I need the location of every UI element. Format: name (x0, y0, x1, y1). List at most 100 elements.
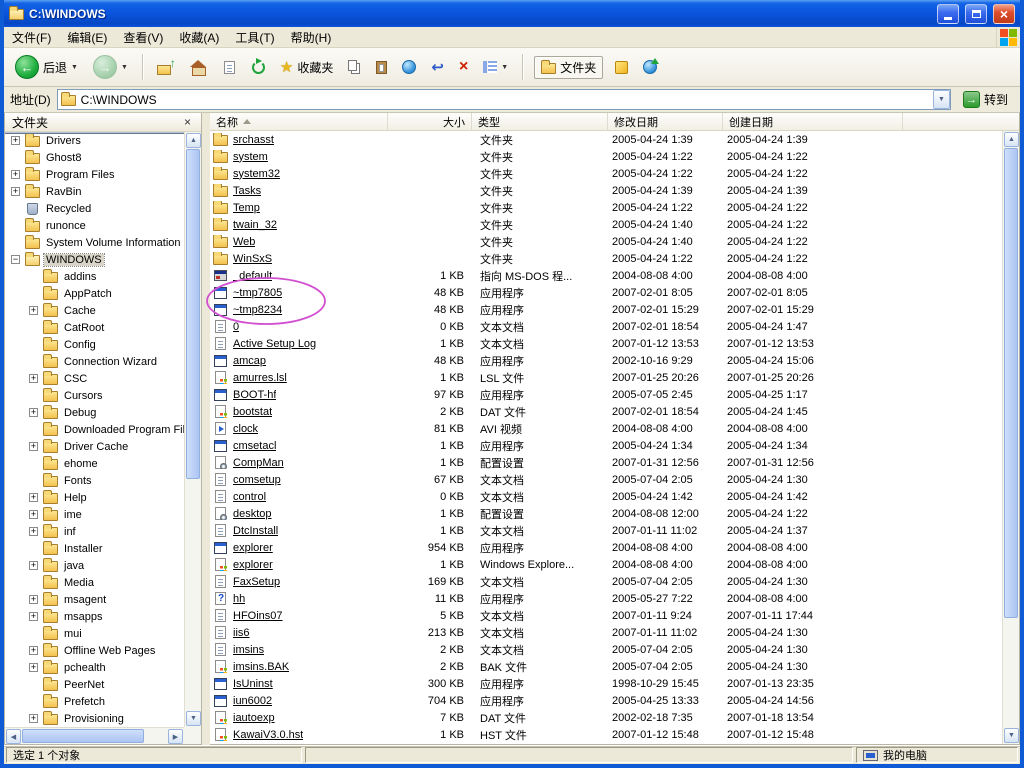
file-row[interactable]: clock81 KBAVI 视频2004-08-08 4:002004-08-0… (210, 420, 1002, 437)
file-name[interactable]: iautoexp (233, 712, 275, 724)
file-row[interactable]: hh11 KB应用程序2005-05-27 7:222004-08-08 4:0… (210, 590, 1002, 607)
tree-expand-toggle[interactable]: + (11, 136, 20, 145)
file-name[interactable]: explorer (233, 559, 273, 571)
file-name[interactable]: cmsetacl (233, 440, 276, 452)
tree-item[interactable]: +Help (5, 489, 184, 506)
menu-item[interactable]: 帮助(H) (283, 27, 340, 47)
file-row[interactable]: ~tmp823448 KB应用程序2007-02-01 15:292007-02… (210, 301, 1002, 318)
address-input[interactable]: C:\WINDOWS ▼ (57, 89, 951, 110)
tree-expand-toggle[interactable]: + (29, 612, 38, 621)
file-name[interactable]: control (233, 491, 266, 503)
tree-item[interactable]: −WINDOWS (5, 251, 184, 268)
file-row[interactable]: WinSxS文件夹2005-04-24 1:222005-04-24 1:22 (210, 250, 1002, 267)
home-button[interactable] (187, 57, 210, 77)
close-button[interactable]: × (993, 4, 1015, 24)
tree-item[interactable]: ehome (5, 455, 184, 472)
file-row[interactable]: KawaiV3.0.hst1 KBHST 文件2007-01-12 15:482… (210, 726, 1002, 743)
tree-item[interactable]: +RavBin (5, 183, 184, 200)
tree-item[interactable]: +Offline Web Pages (5, 642, 184, 659)
column-header-type[interactable]: 类型 (472, 113, 608, 131)
tree-item[interactable]: runonce (5, 217, 184, 234)
list-vertical-scrollbar[interactable]: ▲ ▼ (1002, 131, 1019, 744)
file-row[interactable]: imsins2 KB文本文档2005-07-04 2:052005-04-24 … (210, 641, 1002, 658)
forward-dropdown-icon[interactable]: ▼ (121, 64, 128, 71)
tree-expand-toggle[interactable]: + (29, 561, 38, 570)
tree-item[interactable]: +java (5, 557, 184, 574)
scroll-up-button[interactable]: ▲ (186, 133, 201, 148)
file-row[interactable]: desktop1 KB配置设置2004-08-08 12:002005-04-2… (210, 505, 1002, 522)
tree-expand-toggle[interactable]: + (29, 663, 38, 672)
file-name[interactable]: WinSxS (233, 253, 272, 265)
file-row[interactable]: HFOins075 KB文本文档2007-01-11 9:242007-01-1… (210, 607, 1002, 624)
folders-pane-close-button[interactable]: × (181, 115, 194, 129)
tree-horizontal-scrollbar[interactable]: ◀ ▶ (5, 727, 184, 744)
file-name[interactable]: imsins.BAK (233, 661, 289, 673)
file-row[interactable]: Temp文件夹2005-04-24 1:222005-04-24 1:22 (210, 199, 1002, 216)
menu-item[interactable]: 收藏(A) (171, 27, 227, 47)
file-row[interactable]: amcap48 KB应用程序2002-10-16 9:292005-04-24 … (210, 352, 1002, 369)
scroll-down-button[interactable]: ▼ (1004, 728, 1019, 743)
stop-button[interactable] (219, 58, 240, 77)
tree-item[interactable]: Prefetch (5, 693, 184, 710)
column-header-size[interactable]: 大小 (388, 113, 472, 131)
tree-expand-toggle[interactable]: + (29, 527, 38, 536)
tree-item[interactable]: +Driver Cache (5, 438, 184, 455)
tree-item[interactable]: AppPatch (5, 285, 184, 302)
file-name[interactable]: BOOT-hf (233, 389, 276, 401)
scroll-left-button[interactable]: ◀ (6, 729, 21, 744)
tree-item[interactable]: Media (5, 574, 184, 591)
file-row[interactable]: Tasks文件夹2005-04-24 1:392005-04-24 1:39 (210, 182, 1002, 199)
tree-vertical-scrollbar[interactable]: ▲ ▼ (184, 132, 201, 727)
tree-item[interactable]: PeerNet (5, 676, 184, 693)
file-row[interactable]: _default1 KB指向 MS-DOS 程...2004-08-08 4:0… (210, 267, 1002, 284)
file-name[interactable]: iis6 (233, 627, 250, 639)
tree-item[interactable]: Config (5, 336, 184, 353)
file-name[interactable]: imsins (233, 644, 264, 656)
file-row[interactable]: bootstat2 KBDAT 文件2007-02-01 18:542005-0… (210, 403, 1002, 420)
file-row[interactable]: amurres.lsl1 KBLSL 文件2007-01-25 20:26200… (210, 369, 1002, 386)
file-row[interactable]: cmsetacl1 KB应用程序2005-04-24 1:342005-04-2… (210, 437, 1002, 454)
tree-expand-toggle[interactable]: − (11, 255, 20, 264)
file-name[interactable]: amcap (233, 355, 266, 367)
maximize-button[interactable] (965, 4, 987, 24)
file-row[interactable]: Web文件夹2005-04-24 1:402005-04-24 1:22 (210, 233, 1002, 250)
tree-expand-toggle[interactable]: + (29, 510, 38, 519)
tree-expand-toggle[interactable]: + (29, 714, 38, 723)
file-row[interactable]: explorer1 KBWindows Explore...2004-08-08… (210, 556, 1002, 573)
menu-item[interactable]: 编辑(E) (59, 27, 115, 47)
file-name[interactable]: 0 (233, 321, 239, 333)
file-row[interactable]: Active Setup Log1 KB文本文档2007-01-12 13:53… (210, 335, 1002, 352)
file-name[interactable]: Tasks (233, 185, 261, 197)
tree-item[interactable]: +Cache (5, 302, 184, 319)
tree-expand-toggle[interactable]: + (11, 187, 20, 196)
file-row[interactable]: control0 KB文本文档2005-04-24 1:422005-04-24… (210, 488, 1002, 505)
menu-item[interactable]: 查看(V) (115, 27, 171, 47)
file-row[interactable]: iis6213 KB文本文档2007-01-11 11:022005-04-24… (210, 624, 1002, 641)
file-name[interactable]: system (233, 151, 268, 163)
tree-item[interactable]: +Program Files (5, 166, 184, 183)
copy-button[interactable] (345, 57, 364, 77)
file-name[interactable]: Web (233, 236, 255, 248)
file-name[interactable]: FaxSetup (233, 576, 280, 588)
tree-item[interactable]: Fonts (5, 472, 184, 489)
tree-item[interactable]: Cursors (5, 387, 184, 404)
file-name[interactable]: IsUninst (233, 678, 273, 690)
scroll-thumb[interactable] (22, 729, 144, 743)
internet-button[interactable] (399, 57, 419, 77)
tree-expand-toggle[interactable]: + (29, 442, 38, 451)
tree-item[interactable]: addins (5, 268, 184, 285)
file-name[interactable]: clock (233, 423, 258, 435)
file-name[interactable]: hh (233, 593, 245, 605)
tree-item[interactable]: Recycled (5, 200, 184, 217)
file-row[interactable]: iautoexp7 KBDAT 文件2002-02-18 7:352007-01… (210, 709, 1002, 726)
file-row[interactable]: DtcInstall1 KB文本文档2007-01-11 11:022005-0… (210, 522, 1002, 539)
column-header-created[interactable]: 创建日期 (723, 113, 903, 131)
undo-button[interactable]: ↩ (428, 57, 447, 78)
tree-expand-toggle[interactable]: + (29, 408, 38, 417)
column-header-modified[interactable]: 修改日期 (608, 113, 723, 131)
back-dropdown-icon[interactable]: ▼ (71, 64, 78, 71)
file-row[interactable]: IsUninst300 KB应用程序1998-10-29 15:452007-0… (210, 675, 1002, 692)
file-row[interactable]: comsetup67 KB文本文档2005-07-04 2:052005-04-… (210, 471, 1002, 488)
extra-tool-button-2[interactable] (640, 57, 660, 77)
tree-expand-toggle[interactable]: + (29, 306, 38, 315)
